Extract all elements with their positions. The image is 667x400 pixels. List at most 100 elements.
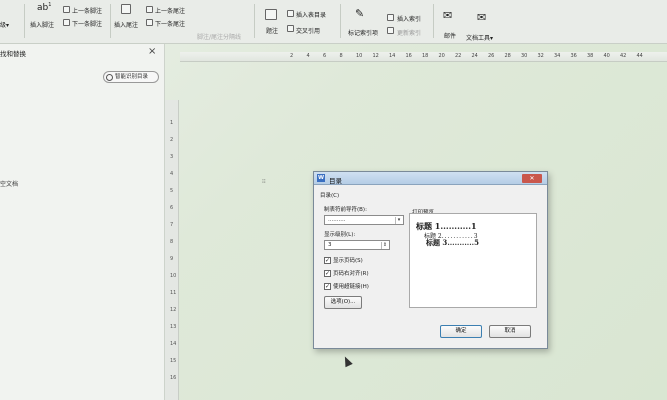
update-index-icon (387, 27, 394, 34)
ruler-tick-label: 32 (537, 53, 544, 59)
prev-footnote-icon (63, 6, 70, 13)
ruler-tick-label: 14 (389, 53, 396, 59)
ruler-tick-label: 11 (170, 290, 177, 296)
ruler-tick-label: 5 (170, 188, 174, 194)
ruler-tick-label: 36 (570, 53, 577, 59)
next-footnote-button[interactable]: 下一条脚注 (72, 19, 102, 28)
ruler-tick-label: 16 (405, 53, 412, 59)
prev-footnote-button[interactable]: 上一条脚注 (72, 6, 102, 15)
prev-endnote-icon (146, 6, 153, 13)
smart-toc-label: 智能识别目录 (115, 74, 149, 80)
toc-dialog: W 目录 ✕ 目录(C) 制表符前导符(B): .......... ▾ 显示级… (313, 171, 548, 349)
ruler-tick-label: 26 (488, 53, 495, 59)
levels-value: 3 (328, 242, 332, 248)
leader-select[interactable]: .......... ▾ (324, 215, 404, 225)
endnote-icon[interactable] (121, 4, 131, 14)
mail-icon[interactable]: ✉ (443, 9, 452, 22)
ruler-tick-label: 6 (323, 53, 327, 59)
vertical-ruler[interactable]: 1 2 3 4 5 6 7 8 9 10 11 12 13 14 15 16 (165, 100, 179, 400)
cross-reference-button[interactable]: 交叉引用 (296, 26, 320, 35)
update-index-button[interactable]: 更新索引 (397, 28, 421, 37)
cancel-button[interactable]: 取消 (489, 325, 531, 338)
mail-button[interactable]: 邮件 (444, 31, 456, 40)
next-footnote-icon (63, 19, 70, 26)
checkbox-checked-icon: ✓ (324, 283, 331, 290)
ruler-tick-label: 44 (636, 53, 643, 59)
ruler-tick-label: 3 (170, 154, 174, 160)
ruler-tick-label: 28 (504, 53, 511, 59)
ruler-tick-label: 8 (170, 239, 174, 245)
ruler-tick-label: 7 (170, 222, 174, 228)
levels-label: 显示级别(L): (324, 232, 356, 238)
stepper-icon[interactable]: ⇕ (381, 242, 388, 249)
wps-writer-icon: W (317, 174, 325, 182)
next-endnote-icon (146, 19, 153, 26)
caption-button[interactable]: 题注 (266, 26, 278, 35)
navigation-pane: 找和替换 × 智能识别目录 空文档 (0, 44, 165, 400)
empty-document-text: 空文档 (0, 181, 19, 188)
ruler-tick-label: 13 (170, 324, 177, 330)
prev-endnote-button[interactable]: 上一条尾注 (155, 6, 185, 15)
right-align-checkbox[interactable]: ✓ 页码右对齐(R) (324, 269, 369, 277)
chevron-down-icon: ▾ (395, 217, 402, 224)
ruler-tick-label: 20 (438, 53, 445, 59)
ruler-tick-label: 10 (356, 53, 363, 59)
insert-endnote-button[interactable]: 插入尾注 (114, 20, 138, 29)
ruler-tick-label: 40 (603, 53, 610, 59)
mark-index-icon[interactable]: ✎ (355, 7, 364, 20)
ruler-tick-label: 4 (306, 53, 310, 59)
ruler-tick-label: 12 (170, 307, 177, 313)
insert-footnote-button[interactable]: 插入脚注 (30, 20, 54, 29)
mouse-cursor-icon (341, 354, 353, 368)
caption-icon[interactable] (265, 9, 277, 20)
ruler-tick-label: 24 (471, 53, 478, 59)
ruler-tick-label: 4 (170, 171, 174, 177)
insert-table-of-figures-button[interactable]: 插入表目录 (296, 10, 326, 19)
options-button[interactable]: 选项(O)... (324, 296, 362, 309)
dialog-close-button[interactable]: ✕ (522, 174, 542, 183)
ruler-tick-label: 1 (170, 120, 174, 126)
document-tools-button[interactable]: 文档工具▾ (466, 33, 493, 42)
ruler-tick-label: 42 (620, 53, 627, 59)
use-hyperlinks-checkbox[interactable]: ✓ 使用超链接(H) (324, 282, 369, 290)
ruler-tick-label: 14 (170, 341, 177, 347)
next-endnote-button[interactable]: 下一条尾注 (155, 19, 185, 28)
ribbon-toolbar: 级▾ ab1 插入脚注 上一条脚注 下一条脚注 插入尾注 上一条尾注 下一条尾注… (0, 0, 667, 44)
smart-toc-button[interactable]: 智能识别目录 (103, 71, 159, 83)
ruler-tick-label: 6 (170, 205, 174, 211)
insert-index-button[interactable]: 插入索引 (397, 14, 421, 23)
mark-index-button[interactable]: 标记索引项 (348, 28, 378, 37)
show-page-numbers-label: 显示页码(S) (333, 258, 363, 264)
show-page-numbers-checkbox[interactable]: ✓ 显示页码(S) (324, 256, 363, 264)
move-handle-icon[interactable]: ⁝⁝ (262, 178, 266, 185)
ruler-tick-label: 15 (170, 358, 177, 364)
dialog-title: 目录 (329, 176, 342, 185)
toc-group-label: 目录(C) (320, 193, 340, 199)
insert-index-icon (387, 14, 394, 21)
checkbox-checked-icon: ✓ (324, 257, 331, 264)
ok-button[interactable]: 确定 (440, 325, 482, 338)
cross-reference-icon (287, 25, 294, 32)
ruler-tick-label: 12 (372, 53, 379, 59)
use-hyperlinks-label: 使用超链接(H) (333, 284, 369, 290)
horizontal-ruler[interactable]: 2 4 6 8 10 12 14 16 18 20 22 24 26 28 30 32 34 36 38 40 42 44 (180, 52, 667, 62)
smart-icon (106, 73, 113, 81)
table-of-figures-icon (287, 10, 294, 17)
dialog-titlebar[interactable]: W 目录 ✕ (314, 172, 547, 185)
ruler-tick-label: 30 (521, 53, 528, 59)
levels-stepper[interactable]: 3 ⇕ (324, 240, 390, 250)
document-tools-icon[interactable]: ✉ (477, 11, 486, 24)
ruler-tick-label: 16 (170, 375, 177, 381)
right-align-label: 页码右对齐(R) (333, 271, 369, 277)
footnote-icon[interactable]: ab1 (37, 2, 51, 13)
level-dropdown[interactable]: 级▾ (0, 20, 9, 29)
footnote-separator-button[interactable]: 脚注/尾注分隔线 (197, 32, 241, 41)
close-icon[interactable]: × (148, 46, 156, 57)
ruler-tick-label: 8 (339, 53, 343, 59)
checkbox-checked-icon: ✓ (324, 270, 331, 277)
ribbon-separator (254, 4, 255, 38)
ruler-tick-label: 2 (290, 53, 294, 59)
ruler-tick-label: 2 (170, 137, 174, 143)
ruler-tick-label: 10 (170, 273, 177, 279)
leader-label: 制表符前导符(B): (324, 207, 367, 213)
